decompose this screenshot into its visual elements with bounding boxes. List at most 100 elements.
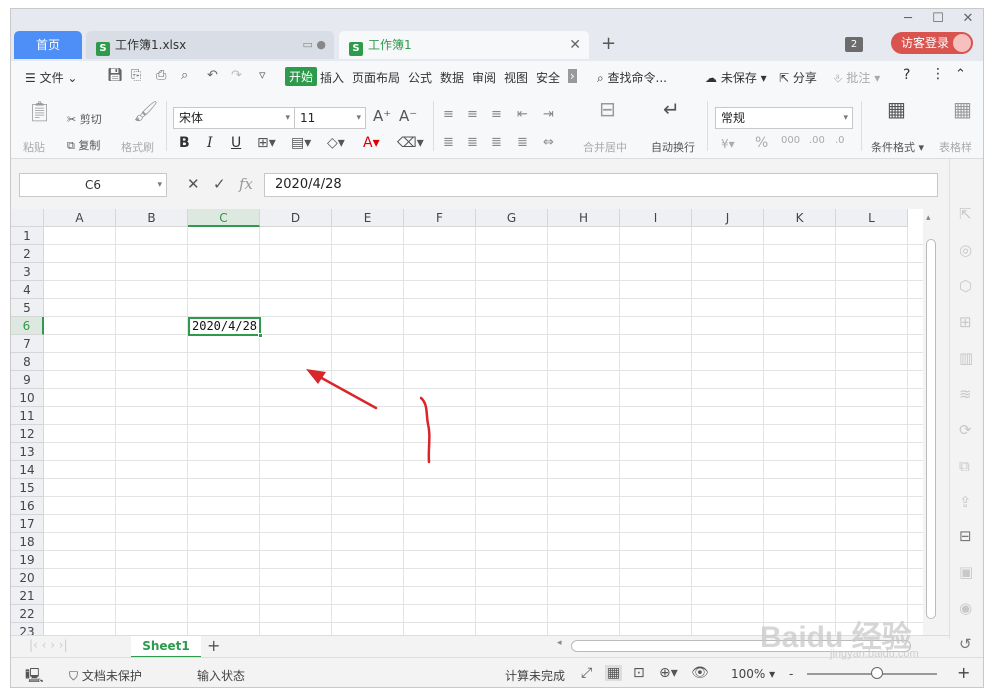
spreadsheet-grid[interactable]: A B C D E F G H I J K L 1 2 3 4 5 6 7 8 9 10 11 12 13 14 15 16 17 18 1… [11, 209, 923, 635]
add-sheet-button[interactable]: + [207, 636, 220, 655]
protection-status[interactable]: ⛉ 文档未保护 [69, 667, 142, 684]
row-header-4[interactable]: 4 [11, 281, 44, 299]
percent-button[interactable]: % [755, 135, 768, 151]
row-header-12[interactable]: 12 [11, 425, 44, 443]
row-header-7[interactable]: 7 [11, 335, 44, 353]
close-tab-icon[interactable]: ✕ [569, 31, 581, 59]
share-button[interactable]: ⇱ 分享 [779, 69, 817, 86]
row-header-2[interactable]: 2 [11, 245, 44, 263]
wrap-text-button[interactable]: 自动换行 [651, 139, 695, 155]
filter-tool-icon[interactable]: ≋ [959, 385, 972, 403]
align-bottom-icon[interactable]: ≡ [491, 107, 502, 122]
row-header-5[interactable]: 5 [11, 299, 44, 317]
quick-access-dropdown-icon[interactable]: ▿ [259, 68, 266, 83]
style-tool-icon[interactable]: ⬡ [959, 277, 972, 295]
search-command[interactable]: ⌕ 查找命令... [597, 69, 667, 86]
unsaved-status[interactable]: ☁ 未保存 ▾ [705, 69, 767, 86]
merge-center-icon[interactable]: ⊟ [599, 97, 616, 121]
collapse-ribbon-icon[interactable]: ⌃ [955, 67, 966, 82]
column-header-f[interactable]: F [404, 209, 476, 227]
reading-mode-icon[interactable]: ⊕▾ [659, 665, 678, 681]
row-header-14[interactable]: 14 [11, 461, 44, 479]
minimize-button[interactable]: ─ [895, 11, 921, 26]
tab-pin-icon[interactable]: ▭ ● [303, 31, 327, 59]
row-header-17[interactable]: 17 [11, 515, 44, 533]
cut-button[interactable]: ✂ 剪切 [67, 111, 102, 127]
justify-icon[interactable]: ≣ [517, 135, 528, 150]
table-style-icon[interactable]: ▦ [953, 97, 972, 121]
underline-button[interactable]: U [231, 135, 241, 151]
confirm-edit-icon[interactable]: ✓ [213, 175, 226, 193]
scroll-up-icon[interactable]: ▴ [926, 213, 931, 223]
shape-tool-icon[interactable]: ◎ [959, 241, 972, 259]
new-tab-button[interactable]: + [601, 33, 616, 54]
tab-formula[interactable]: 公式 [408, 69, 432, 86]
column-header-c[interactable]: C [188, 209, 260, 227]
row-header-6[interactable]: 6 [11, 317, 44, 335]
copy-tool-icon[interactable]: ⧉ [959, 457, 970, 475]
indent-increase-icon[interactable]: ⇥ [543, 107, 554, 122]
paste-icon[interactable]: 📋︎ [27, 99, 52, 123]
font-name-select[interactable]: 宋体 ▾ [173, 107, 295, 129]
tab-start[interactable]: 开始 [285, 67, 318, 86]
help-button[interactable]: ? [903, 67, 910, 83]
file-menu[interactable]: ☰ 文件 ⌄ [25, 69, 77, 86]
comment-button[interactable]: ⎀ 批注 ▾ [833, 69, 880, 86]
more-options-icon[interactable]: ⋮ [931, 66, 945, 82]
cancel-edit-icon[interactable]: ✕ [187, 175, 200, 193]
paste-button[interactable]: 粘贴 [23, 139, 45, 155]
export-tool-icon[interactable]: ⇪ [959, 493, 972, 511]
increase-font-icon[interactable]: A⁺ [373, 107, 391, 125]
row-header-8[interactable]: 8 [11, 353, 44, 371]
indent-decrease-icon[interactable]: ⇤ [517, 107, 528, 122]
align-left-icon[interactable]: ≣ [443, 135, 454, 150]
refresh-tool-icon[interactable]: ⟳ [959, 421, 972, 439]
tab-page-layout[interactable]: 页面布局 [352, 69, 400, 86]
scroll-left-icon[interactable]: ◂ [557, 638, 562, 648]
grid-tool-icon[interactable]: ⊞ [959, 313, 972, 331]
column-header-b[interactable]: B [116, 209, 188, 227]
table-style-button[interactable]: 表格样 [939, 139, 972, 155]
redo-icon[interactable]: ↷ [231, 68, 242, 83]
italic-button[interactable]: I [207, 135, 213, 151]
decrease-font-icon[interactable]: A⁻ [399, 107, 417, 125]
row-header-16[interactable]: 16 [11, 497, 44, 515]
insert-function-icon[interactable]: fx [239, 175, 253, 193]
row-header-13[interactable]: 13 [11, 443, 44, 461]
column-header-a[interactable]: A [44, 209, 116, 227]
copy-button[interactable]: ⧉ 复制 [67, 137, 100, 153]
wrap-text-icon[interactable]: ↵ [663, 97, 680, 121]
tab-insert[interactable]: 插入 [320, 69, 344, 86]
row-header-18[interactable]: 18 [11, 533, 44, 551]
formula-input[interactable]: 2020/4/28 [264, 173, 938, 197]
row-header-23[interactable]: 23 [11, 623, 44, 635]
close-window-button[interactable]: ✕ [955, 11, 981, 26]
tab-view[interactable]: 视图 [504, 69, 528, 86]
zoom-level[interactable]: 100% ▾ [731, 667, 775, 681]
conditional-format-button[interactable]: 条件格式 ▾ [871, 139, 924, 155]
font-color-icon[interactable]: A▾ [363, 135, 380, 151]
clear-format-icon[interactable]: ⌫▾ [397, 135, 424, 151]
select-all-corner[interactable] [11, 209, 44, 227]
window-count-badge[interactable]: 2 [845, 37, 863, 52]
archive-tool-icon[interactable]: ⊟ [959, 527, 972, 545]
font-size-select[interactable]: 11 ▾ [294, 107, 366, 129]
row-header-22[interactable]: 22 [11, 605, 44, 623]
history-tool-icon[interactable]: ↺ [959, 635, 972, 653]
row-header-19[interactable]: 19 [11, 551, 44, 569]
zoom-slider-handle[interactable] [871, 667, 883, 679]
row-header-9[interactable]: 9 [11, 371, 44, 389]
thousands-separator-icon[interactable]: 000 [781, 135, 800, 146]
normal-view-icon[interactable]: ▦ [605, 665, 623, 681]
vertical-scrollbar[interactable]: ▴ [923, 209, 939, 635]
tab-file-xlsx[interactable]: S 工作簿1.xlsx ▭ ● [86, 31, 334, 59]
fill-color-icon[interactable]: ◇▾ [327, 135, 345, 151]
row-header-21[interactable]: 21 [11, 587, 44, 605]
macro-icon[interactable]: 🖳︎ [25, 665, 44, 687]
cell-style-icon[interactable]: ▤▾ [291, 135, 311, 151]
row-header-15[interactable]: 15 [11, 479, 44, 497]
bold-button[interactable]: B [179, 135, 190, 151]
column-header-k[interactable]: K [764, 209, 836, 227]
decrease-decimal-icon[interactable]: .0 [835, 135, 845, 146]
column-header-g[interactable]: G [476, 209, 548, 227]
